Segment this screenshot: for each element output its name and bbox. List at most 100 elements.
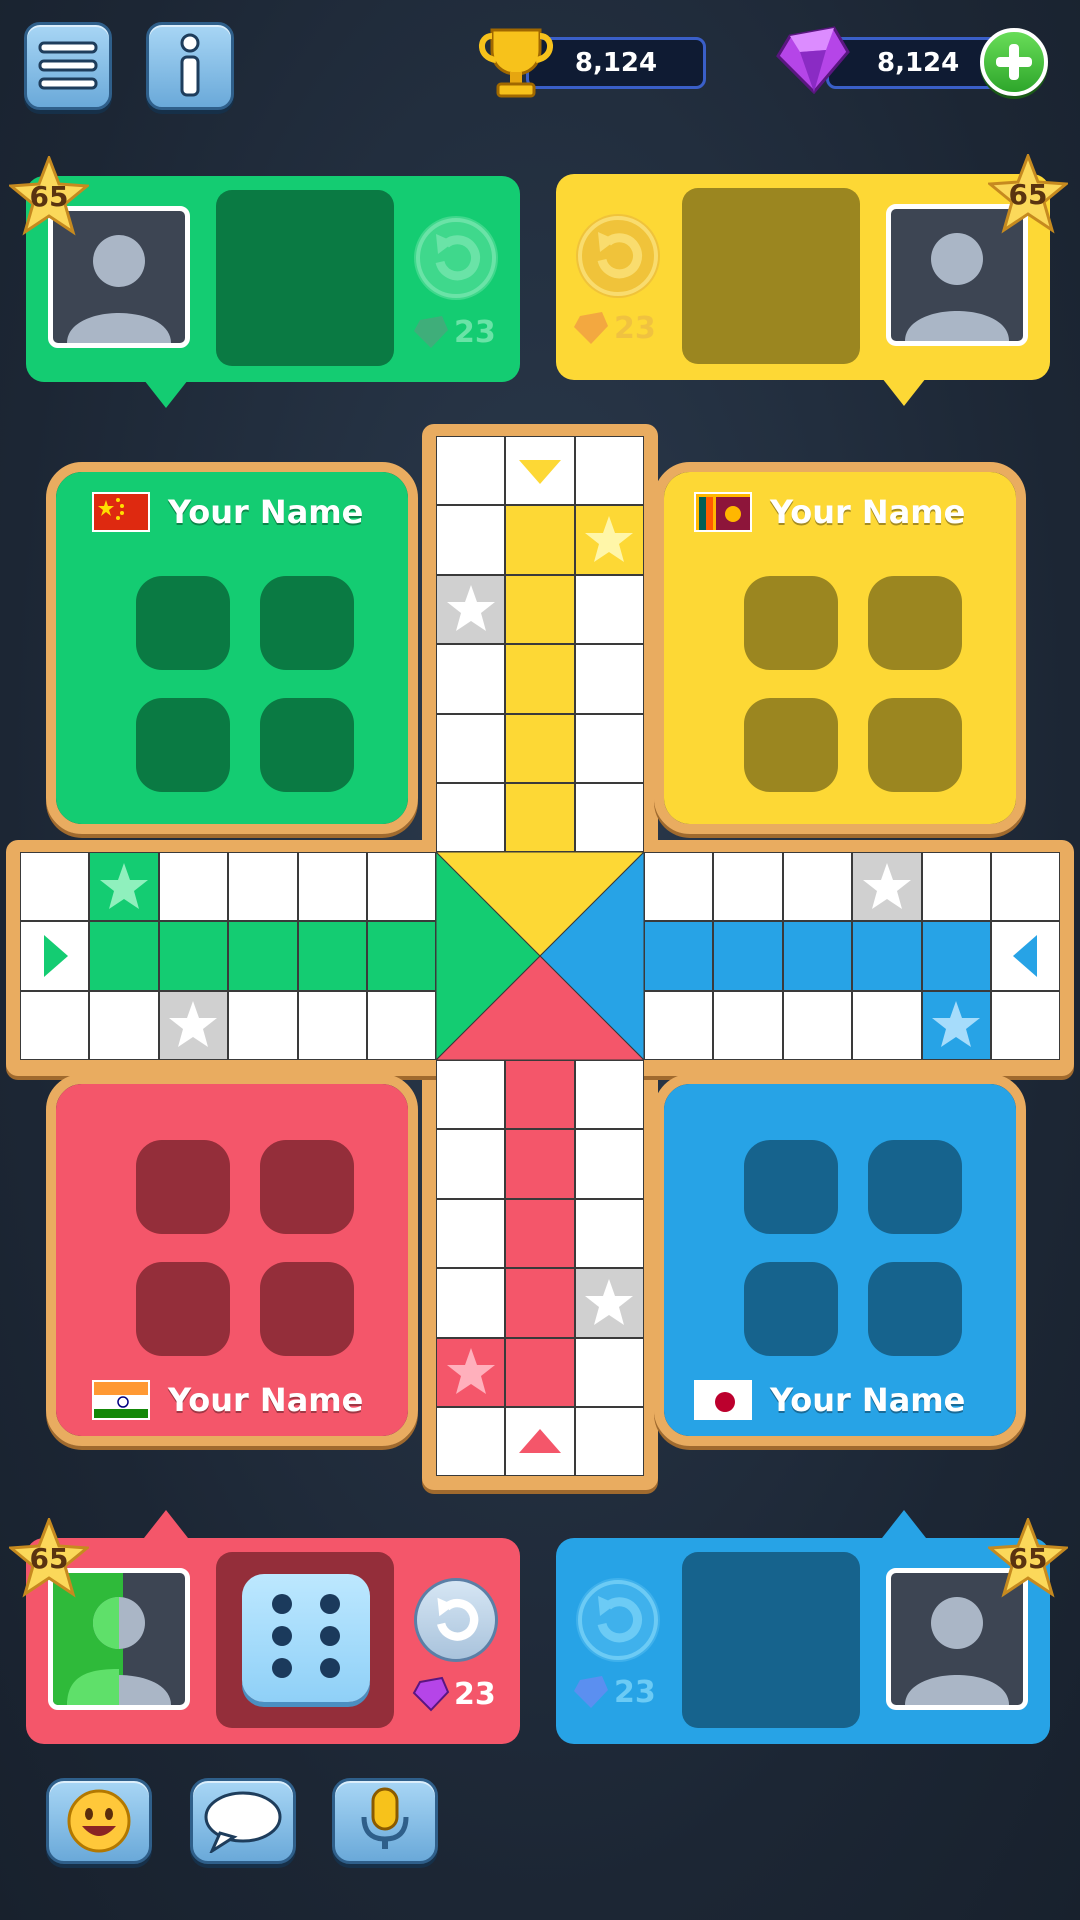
emoji-button[interactable]	[46, 1778, 152, 1864]
board-cell[interactable]	[505, 574, 575, 645]
add-gems-button[interactable]	[980, 28, 1048, 96]
board-cell[interactable]	[436, 1198, 506, 1269]
board-cell[interactable]	[574, 1060, 645, 1130]
token-slot[interactable]	[868, 576, 962, 670]
board-cell[interactable]	[991, 852, 1061, 922]
board-cell[interactable]	[297, 990, 367, 1061]
board-cell[interactable]	[505, 1268, 575, 1338]
board-cell[interactable]	[852, 990, 922, 1061]
board-cell[interactable]	[367, 921, 437, 991]
board-cell[interactable]	[574, 436, 645, 506]
board-cell[interactable]	[436, 713, 506, 783]
board-cell[interactable]	[574, 1407, 645, 1477]
board-cell[interactable]	[436, 505, 506, 575]
token-slot[interactable]	[260, 1140, 354, 1234]
board-cell[interactable]	[436, 1129, 506, 1199]
start-cell-red[interactable]	[436, 1337, 506, 1407]
entry-cell-blue[interactable]	[991, 921, 1061, 991]
board-cell[interactable]	[713, 852, 783, 922]
board-cell[interactable]	[921, 921, 991, 991]
safe-cell[interactable]	[852, 852, 922, 922]
board-cell[interactable]	[782, 990, 853, 1061]
dice-button[interactable]	[242, 1574, 370, 1702]
token-slot[interactable]	[744, 576, 838, 670]
board-cell[interactable]	[505, 1198, 575, 1269]
board-cell[interactable]	[505, 1129, 575, 1199]
token-slot[interactable]	[744, 1140, 838, 1234]
chat-button[interactable]	[190, 1778, 296, 1864]
board-cell[interactable]	[505, 783, 575, 853]
board-cell[interactable]	[505, 1337, 575, 1407]
board-cell[interactable]	[20, 852, 90, 922]
entry-cell-green[interactable]	[20, 921, 90, 991]
home-base-red: Your Name	[46, 1074, 418, 1446]
token-slot[interactable]	[136, 576, 230, 670]
token-slot[interactable]	[744, 698, 838, 792]
token-slot[interactable]	[744, 1262, 838, 1356]
token-slot[interactable]	[868, 698, 962, 792]
board-cell[interactable]	[505, 713, 575, 783]
board-cell[interactable]	[436, 436, 506, 506]
board-cell[interactable]	[158, 852, 229, 922]
microphone-button[interactable]	[332, 1778, 438, 1864]
start-cell-blue[interactable]	[921, 990, 991, 1061]
board-cell[interactable]	[20, 990, 90, 1061]
board-cell[interactable]	[505, 1060, 575, 1130]
entry-cell-yellow[interactable]	[505, 436, 575, 506]
token-slot[interactable]	[136, 1140, 230, 1234]
board-cell[interactable]	[644, 852, 714, 922]
info-button[interactable]	[146, 22, 234, 110]
board-cell[interactable]	[367, 852, 437, 922]
board-cell[interactable]	[297, 852, 367, 922]
safe-cell[interactable]	[574, 1268, 645, 1338]
board-cell[interactable]	[782, 852, 853, 922]
board-cell[interactable]	[228, 852, 298, 922]
board-cell[interactable]	[436, 1407, 506, 1477]
reroll-button[interactable]	[414, 1578, 498, 1662]
board-cell[interactable]	[574, 783, 645, 853]
board-cell[interactable]	[436, 783, 506, 853]
token-slot[interactable]	[136, 1262, 230, 1356]
safe-cell[interactable]	[436, 574, 506, 645]
token-slot[interactable]	[868, 1262, 962, 1356]
board-cell[interactable]	[574, 713, 645, 783]
entry-cell-red[interactable]	[505, 1407, 575, 1477]
board-cell[interactable]	[367, 990, 437, 1061]
reroll-button[interactable]	[414, 216, 498, 300]
board-cell[interactable]	[574, 1129, 645, 1199]
board-cell[interactable]	[852, 921, 922, 991]
board-cell[interactable]	[505, 644, 575, 714]
reroll-button[interactable]	[576, 214, 660, 298]
token-slot[interactable]	[868, 1140, 962, 1234]
board-cell[interactable]	[158, 921, 229, 991]
board-cell[interactable]	[436, 644, 506, 714]
token-slot[interactable]	[260, 698, 354, 792]
board-cell[interactable]	[436, 1268, 506, 1338]
start-cell-green[interactable]	[89, 852, 159, 922]
reroll-button[interactable]	[576, 1578, 660, 1662]
board-cell[interactable]	[921, 852, 991, 922]
board-cell[interactable]	[713, 990, 783, 1061]
board-cell[interactable]	[991, 990, 1061, 1061]
board-cell[interactable]	[782, 921, 853, 991]
safe-cell[interactable]	[158, 990, 229, 1061]
board-cell[interactable]	[297, 921, 367, 991]
menu-button[interactable]	[24, 22, 112, 110]
token-slot[interactable]	[260, 1262, 354, 1356]
board-cell[interactable]	[89, 921, 159, 991]
board-cell[interactable]	[228, 990, 298, 1061]
board-cell[interactable]	[89, 990, 159, 1061]
token-slot[interactable]	[260, 576, 354, 670]
board-cell[interactable]	[574, 574, 645, 645]
token-slot[interactable]	[136, 698, 230, 792]
board-cell[interactable]	[574, 644, 645, 714]
board-cell[interactable]	[644, 921, 714, 991]
board-cell[interactable]	[505, 505, 575, 575]
start-cell-yellow[interactable]	[574, 505, 645, 575]
board-cell[interactable]	[574, 1337, 645, 1407]
board-cell[interactable]	[436, 1060, 506, 1130]
board-cell[interactable]	[644, 990, 714, 1061]
board-cell[interactable]	[713, 921, 783, 991]
board-cell[interactable]	[228, 921, 298, 991]
board-cell[interactable]	[574, 1198, 645, 1269]
